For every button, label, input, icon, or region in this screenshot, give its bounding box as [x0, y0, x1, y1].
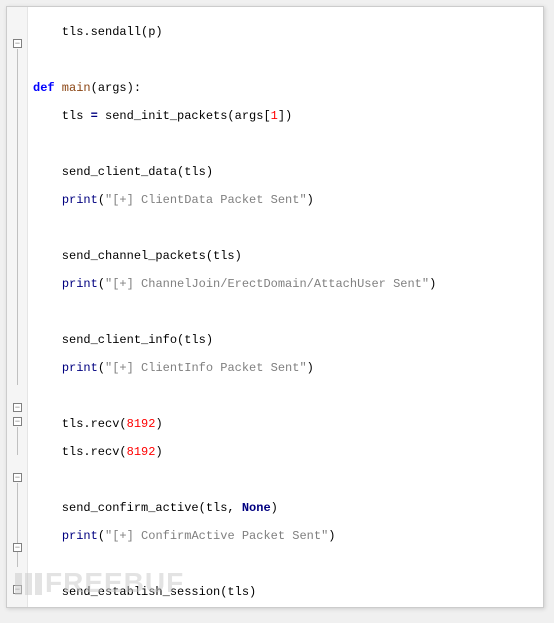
keyword-def: def — [33, 81, 55, 95]
code-area[interactable]: tls.sendall(p) def main(args): tls = sen… — [7, 11, 543, 607]
editor-frame: tls.sendall(p) def main(args): tls = sen… — [6, 6, 544, 608]
code-text: tls.sendall(p) — [33, 25, 163, 39]
